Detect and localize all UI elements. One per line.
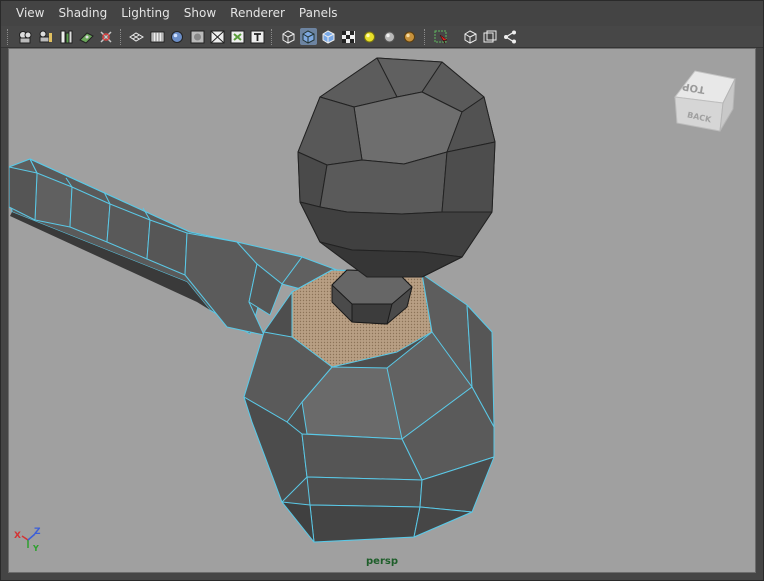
field-chart-icon[interactable] xyxy=(209,28,226,45)
panel-toolbar xyxy=(1,26,763,48)
isolate-select-icon[interactable] xyxy=(433,28,450,45)
shadows-icon[interactable] xyxy=(381,28,398,45)
axis-gizmo: X Y Z xyxy=(13,524,43,553)
safe-action-icon[interactable] xyxy=(229,28,246,45)
ball-mesh xyxy=(297,57,496,278)
toolbar-separator xyxy=(271,29,273,45)
textured-icon[interactable] xyxy=(340,28,357,45)
toolbar-separator xyxy=(424,29,426,45)
menu-panels[interactable]: Panels xyxy=(292,1,345,26)
menu-lighting[interactable]: Lighting xyxy=(114,1,177,26)
camera-label: persp xyxy=(366,556,398,567)
panel-menu-bar: View Shading Lighting Show Renderer Pane… xyxy=(1,1,763,26)
menu-show[interactable]: Show xyxy=(177,1,223,26)
bookmark-icon[interactable] xyxy=(58,28,75,45)
toolbar-separator xyxy=(7,29,9,45)
2d-pan-zoom-icon[interactable] xyxy=(98,28,115,45)
3d-viewport[interactable]: TOP BACK X Y Z persp xyxy=(8,48,756,573)
toolbar-separator xyxy=(120,29,122,45)
axis-x-label: X xyxy=(14,531,21,541)
default-material-icon[interactable] xyxy=(320,28,337,45)
axis-z-label: Z xyxy=(34,527,41,537)
scene-render xyxy=(9,57,496,543)
camera-attributes-icon[interactable] xyxy=(37,28,54,45)
xray-icon[interactable] xyxy=(462,28,479,45)
ambient-occlusion-icon[interactable] xyxy=(401,28,418,45)
view-cube[interactable]: TOP BACK xyxy=(665,59,740,139)
smooth-shade-icon[interactable] xyxy=(300,28,317,45)
use-all-lights-icon[interactable] xyxy=(361,28,378,45)
xray-joints-icon[interactable] xyxy=(502,28,519,45)
safe-title-icon[interactable] xyxy=(249,28,266,45)
xray-active-components-icon[interactable] xyxy=(482,28,499,45)
resolution-gate-icon[interactable] xyxy=(169,28,186,45)
grid-icon[interactable] xyxy=(128,28,145,45)
menu-shading[interactable]: Shading xyxy=(51,1,114,26)
menu-renderer[interactable]: Renderer xyxy=(223,1,292,26)
axis-y-label: Y xyxy=(32,544,39,552)
camera-select-icon[interactable] xyxy=(17,28,34,45)
image-plane-icon[interactable] xyxy=(78,28,95,45)
viewport-panel: View Shading Lighting Show Renderer Pane… xyxy=(0,0,764,581)
film-gate-icon[interactable] xyxy=(149,28,166,45)
wireframe-icon[interactable] xyxy=(280,28,297,45)
gate-mask-icon[interactable] xyxy=(189,28,206,45)
menu-view[interactable]: View xyxy=(9,1,51,26)
